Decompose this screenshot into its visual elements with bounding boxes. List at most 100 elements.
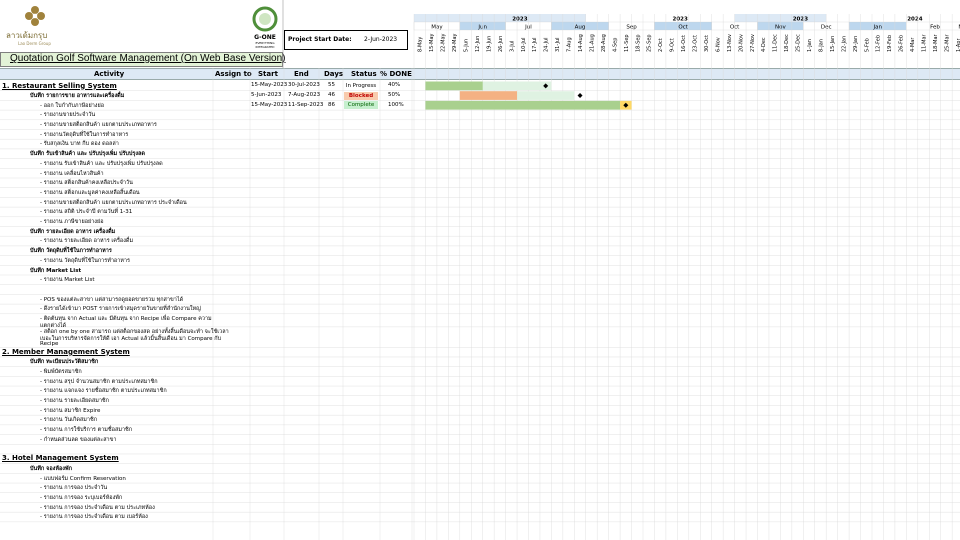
section-heading[interactable]: 2. Member Management System [2,348,130,356]
days-cell[interactable]: 46 [328,92,335,98]
task-item[interactable]: - รายงาน การจอง ประจำวัน [40,484,107,492]
week-label: 4-Dec [761,37,767,52]
subtask-heading[interactable]: บันทึก วัตถุดิบที่ใช้ในการทำอาหาร [30,247,112,255]
task-item[interactable]: - รายงาน รายละเอียดสมาชิก [40,397,109,405]
section-heading[interactable]: 3. Hotel Management System [2,454,119,462]
task-item[interactable]: - รายงานขายประจำวัน [40,111,95,119]
end-date-cell[interactable]: 7-Aug-2023 [288,92,320,98]
status-badge[interactable]: Complete [344,101,378,110]
week-label: 29-Jan [853,36,859,52]
days-cell[interactable]: 55 [328,82,335,88]
week-label: 20-Nov [738,34,744,52]
week-label: 1-Jan [807,39,813,52]
status-badge[interactable]: In Progress [344,81,378,90]
subtask-heading[interactable]: บันทึก รายละเอียด อาหาร เครื่องดื่ม [30,228,115,236]
week-label: 22-May [441,33,447,52]
task-item-line[interactable]: Recipe [40,341,58,347]
week-label: 23-Oct [693,35,699,52]
gantt-bar-done [425,100,621,110]
task-item[interactable]: - พิมพ์บัตรสมาชิก [40,368,82,376]
gantt-grid: 2023 2023 2023 2024 May Jun Jul Aug Sep Oct Oct Nov… [0,0,960,540]
month-label: Oct [730,25,740,31]
subtask-heading[interactable]: บันทึก รับเข้าสินค้า และ ปรับปรุงเพิ่ม ป… [30,150,145,158]
task-item[interactable]: - ออก ใบกำกับภาษีอย่างย่อ [40,102,104,110]
week-label: 9-Oct [670,38,676,52]
task-item[interactable]: - รับสกุลเงิน บาท กีบ ดอง ดอลล่า [40,140,119,148]
task-item-line[interactable]: เบอะในการบริหารจัดการให้ดี เอา Actual แล… [40,335,221,343]
gantt-bar-done [425,81,483,91]
end-date-cell[interactable]: 11-Sep-2023 [288,102,323,108]
week-label: 18-Mar [933,33,939,52]
week-label: 25-Sep [647,34,653,52]
subtask-heading[interactable]: บันทึก Market List [30,267,81,275]
week-label: 5-Feb [864,38,870,52]
month-label: Feb [930,25,940,31]
week-label: 4-Mar [910,37,916,52]
task-item[interactable]: - แบบฟอร์ม Confirm Reservation [40,475,126,483]
task-item[interactable]: - รายงานวัตถุดิบที่ใช้ในการทำอาหาร [40,131,128,139]
week-label: 17-Jul [532,38,538,52]
year-band [585,14,735,22]
task-item[interactable]: - รายงาน แจกแจง รายชื่อสมาชิก ตามประเภทส… [40,387,167,395]
task-item[interactable]: - รายงาน ภาษีขายอย่างย่อ [40,218,104,226]
task-item[interactable]: - รายงาน การใช้บริการ ตามชื่อสมาชิก [40,426,132,434]
percent-done-cell[interactable]: 40% [388,82,400,88]
start-date-cell[interactable]: 15-May-2023 [251,82,287,88]
week-label: 28-Aug [601,34,607,52]
week-label: 18-Sep [635,34,641,52]
week-label: 11-Dec [773,34,779,52]
task-item[interactable]: - รายงาน การจอง ประจำเดือน ตาม ประเภทห้อ… [40,504,155,512]
month-label: May [431,25,443,31]
end-date-cell[interactable]: 30-Jul-2023 [288,82,320,88]
task-item[interactable]: - รายงาน เคลื่อนไหวสินค้า [40,170,104,178]
task-item[interactable]: - ดึงรายได้เข้ามา POST รายการเข้าสมุดราย… [40,305,201,313]
week-label: 15-May [429,33,435,52]
task-item[interactable]: - รายงาน การจอง ประจำเดือน ตาม เบอร์ห้อง [40,513,148,521]
days-cell[interactable]: 86 [328,102,335,108]
week-label: 31-Jul [555,38,561,52]
task-item[interactable]: - รายงาน สรุป จำนวนสมาชิก ตามประเภทสมาชิ… [40,378,158,386]
status-badge[interactable]: Blocked [344,91,378,100]
task-item[interactable]: - รายงาน สต็อกสินค้าคงเหลือประจำวัน [40,179,133,187]
subtask-heading[interactable]: บันทึก รายการขาย อาหารและเครื่องดื่ม [30,92,124,100]
week-label: 27-Nov [750,34,756,52]
task-item[interactable]: - รายงาน สถิติ ประจำปี ตามวันที่ 1-31 [40,208,132,216]
week-label: 3-Jul [509,41,515,52]
week-label: 22-Jan [841,36,847,52]
week-label: 2-Oct [658,38,664,52]
task-item[interactable]: - รายงาน รับเข้าสินค้า และ ปรับปรุงเพิ่ม… [40,160,163,168]
month-label: Jun [477,25,487,31]
year-label: 2024 [907,17,922,23]
month-label: Jul [524,25,532,31]
subtask-heading[interactable]: บันทึก ทะเบียนประวัติสมาชิก [30,358,98,366]
week-label: 4-Sep [612,38,618,52]
percent-done-cell[interactable]: 100% [388,102,404,108]
gantt-bar-done [459,91,518,100]
start-date-cell[interactable]: 5-Jun-2023 [251,92,281,98]
task-item[interactable]: - รายงาน รายละเอียด อาหาร เครื่องดื่ม [40,237,133,245]
percent-done-cell[interactable]: 50% [388,92,400,98]
month-label: Sep [626,25,637,31]
week-label: 25-Mar [944,33,950,52]
week-label: 21-Aug [589,34,595,52]
month-label: Aug [575,25,586,31]
week-label: 8-Jan [818,39,824,52]
week-label: 11-Sep [624,34,630,52]
week-label: 6-Nov [715,37,721,52]
month-label: Nov [775,25,786,31]
week-label: 14-Aug [578,34,584,52]
task-item[interactable]: - รายงาน การจอง ระบุเบอร์ห้องพัก [40,494,122,502]
task-item[interactable]: - รายงาน Market List [40,276,95,284]
subtask-heading[interactable]: บันทึก จองห้องพัก [30,465,72,473]
task-item[interactable]: - รายงาน สต็อกและมูลค่าคงเหลือสิ้นเดือน [40,189,140,197]
task-item[interactable]: - รายงาน วัตถุดิบที่ใช้ในการทำอาหาร [40,257,130,265]
week-label: 15-Jan [830,36,836,52]
task-item[interactable]: - POS ของแต่ละสาขา แต่สามารถดูยอดขายรวม … [40,296,183,304]
task-item[interactable]: - กำหนดส่วนลด ของแต่ละสาขา [40,436,117,444]
task-item[interactable]: - รายงานขายสต็อกสินค้า แยกตามประเภทอาหาร [40,121,157,129]
task-item[interactable]: - รายงานขายสต็อกสินค้า แยกตามประเภทอาหาร… [40,199,187,207]
section-heading[interactable]: 1. Restaurant Selling System [2,82,117,90]
task-item[interactable]: - รายงาน วันเกิดสมาชิก [40,416,97,424]
start-date-cell[interactable]: 15-May-2023 [251,102,287,108]
task-item[interactable]: - รายงาน สมาชิก Expire [40,407,100,415]
